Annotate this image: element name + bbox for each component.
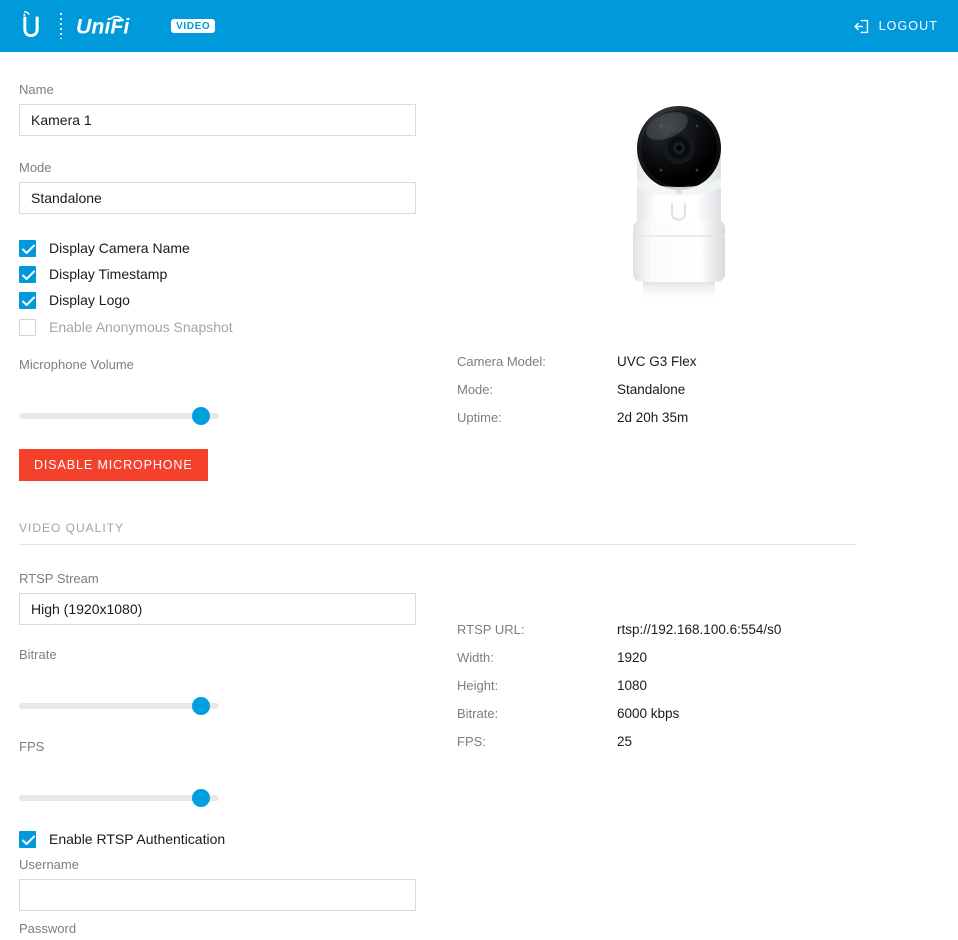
- info-row: Camera Model: UVC G3 Flex: [457, 354, 697, 382]
- info-value: 2d 20h 35m: [617, 410, 688, 425]
- checkbox-label: Display Timestamp: [49, 266, 167, 282]
- info-value: rtsp://192.168.100.6:554/s0: [617, 622, 781, 637]
- unifi-wordmark: UniFi VIDEO: [76, 13, 215, 39]
- checkbox-label: Display Logo: [49, 292, 130, 308]
- slider-track: [19, 795, 219, 801]
- fps-slider[interactable]: [19, 789, 219, 807]
- name-field-group: Name: [19, 82, 416, 136]
- camera-image: [609, 92, 749, 307]
- password-label: Password: [19, 921, 416, 936]
- info-value: UVC G3 Flex: [617, 354, 697, 369]
- info-row: FPS: 25: [457, 734, 781, 762]
- info-key: Bitrate:: [457, 706, 617, 721]
- camera-info-list: Camera Model: UVC G3 Flex Mode: Standalo…: [457, 354, 697, 438]
- rtsp-stream-select[interactable]: [19, 593, 416, 625]
- slider-thumb[interactable]: [192, 407, 210, 425]
- checkbox-label: Enable RTSP Authentication: [49, 831, 225, 847]
- checkbox-checked-icon: [19, 831, 36, 848]
- info-key: FPS:: [457, 734, 617, 749]
- video-badge: VIDEO: [171, 19, 215, 33]
- checkbox-enable-rtsp-authentication[interactable]: Enable RTSP Authentication: [19, 828, 416, 850]
- mode-label: Mode: [19, 160, 416, 175]
- checkbox-label: Enable Anonymous Snapshot: [49, 319, 233, 335]
- rtsp-stream-field-group: RTSP Stream: [19, 571, 416, 625]
- info-key: Uptime:: [457, 410, 617, 425]
- logout-button[interactable]: LOGOUT: [853, 0, 938, 52]
- checkbox-display-timestamp[interactable]: Display Timestamp: [19, 263, 416, 285]
- info-row: Mode: Standalone: [457, 382, 697, 410]
- uvc-g3-flex-illustration-icon: [609, 92, 749, 307]
- info-value: 1920: [617, 650, 647, 665]
- ubiquiti-u-logo-icon: [14, 9, 48, 43]
- slider-thumb[interactable]: [192, 697, 210, 715]
- checkbox-enable-anonymous-snapshot[interactable]: Enable Anonymous Snapshot: [19, 316, 416, 338]
- info-row: Width: 1920: [457, 650, 781, 678]
- username-input[interactable]: [19, 879, 416, 911]
- svg-text:UniFi: UniFi: [76, 14, 130, 38]
- rtsp-info-list: RTSP URL: rtsp://192.168.100.6:554/s0 Wi…: [457, 622, 781, 762]
- slider-track: [19, 703, 219, 709]
- checkbox-display-logo[interactable]: Display Logo: [19, 289, 416, 311]
- info-row: RTSP URL: rtsp://192.168.100.6:554/s0: [457, 622, 781, 650]
- checkbox-checked-icon: [19, 292, 36, 309]
- slider-thumb[interactable]: [192, 789, 210, 807]
- rtsp-stream-label: RTSP Stream: [19, 571, 416, 586]
- mode-field-group: Mode: [19, 160, 416, 214]
- video-quality-section-title: VIDEO QUALITY: [19, 521, 416, 535]
- checkbox-checked-icon: [19, 266, 36, 283]
- info-key: Mode:: [457, 382, 617, 397]
- info-key: Camera Model:: [457, 354, 617, 369]
- info-key: Height:: [457, 678, 617, 693]
- logout-arrow-icon: [853, 18, 870, 35]
- name-label: Name: [19, 82, 416, 97]
- brand-logo-group: UniFi VIDEO: [0, 9, 215, 43]
- mode-select[interactable]: [19, 182, 416, 214]
- info-value: 1080: [617, 678, 647, 693]
- username-label: Username: [19, 857, 416, 872]
- info-row: Height: 1080: [457, 678, 781, 706]
- settings-page: Name Mode Display Camera Name Display T: [0, 52, 958, 940]
- checkbox-unchecked-icon: [19, 319, 36, 336]
- info-value: Standalone: [617, 382, 685, 397]
- info-row: Bitrate: 6000 kbps: [457, 706, 781, 734]
- checkbox-label: Display Camera Name: [49, 240, 190, 256]
- info-key: Width:: [457, 650, 617, 665]
- settings-column: Name Mode Display Camera Name Display T: [19, 52, 416, 940]
- logout-label: LOGOUT: [879, 19, 938, 33]
- info-value: 25: [617, 734, 632, 749]
- header-divider: [60, 13, 62, 39]
- bitrate-label: Bitrate: [19, 647, 416, 662]
- unifi-text-logo-icon: UniFi: [76, 13, 165, 39]
- microphone-volume-slider[interactable]: [19, 407, 219, 425]
- microphone-volume-label: Microphone Volume: [19, 357, 416, 372]
- bitrate-slider[interactable]: [19, 697, 219, 715]
- fps-label: FPS: [19, 739, 416, 754]
- info-value: 6000 kbps: [617, 706, 679, 721]
- info-key: RTSP URL:: [457, 622, 617, 637]
- app-header: UniFi VIDEO LOGOUT: [0, 0, 958, 52]
- disable-microphone-button[interactable]: DISABLE MICROPHONE: [19, 449, 208, 481]
- checkbox-checked-icon: [19, 240, 36, 257]
- display-options-group: Display Camera Name Display Timestamp Di…: [19, 237, 416, 338]
- info-row: Uptime: 2d 20h 35m: [457, 410, 697, 438]
- slider-track: [19, 413, 219, 419]
- camera-name-input[interactable]: [19, 104, 416, 136]
- checkbox-display-camera-name[interactable]: Display Camera Name: [19, 237, 416, 259]
